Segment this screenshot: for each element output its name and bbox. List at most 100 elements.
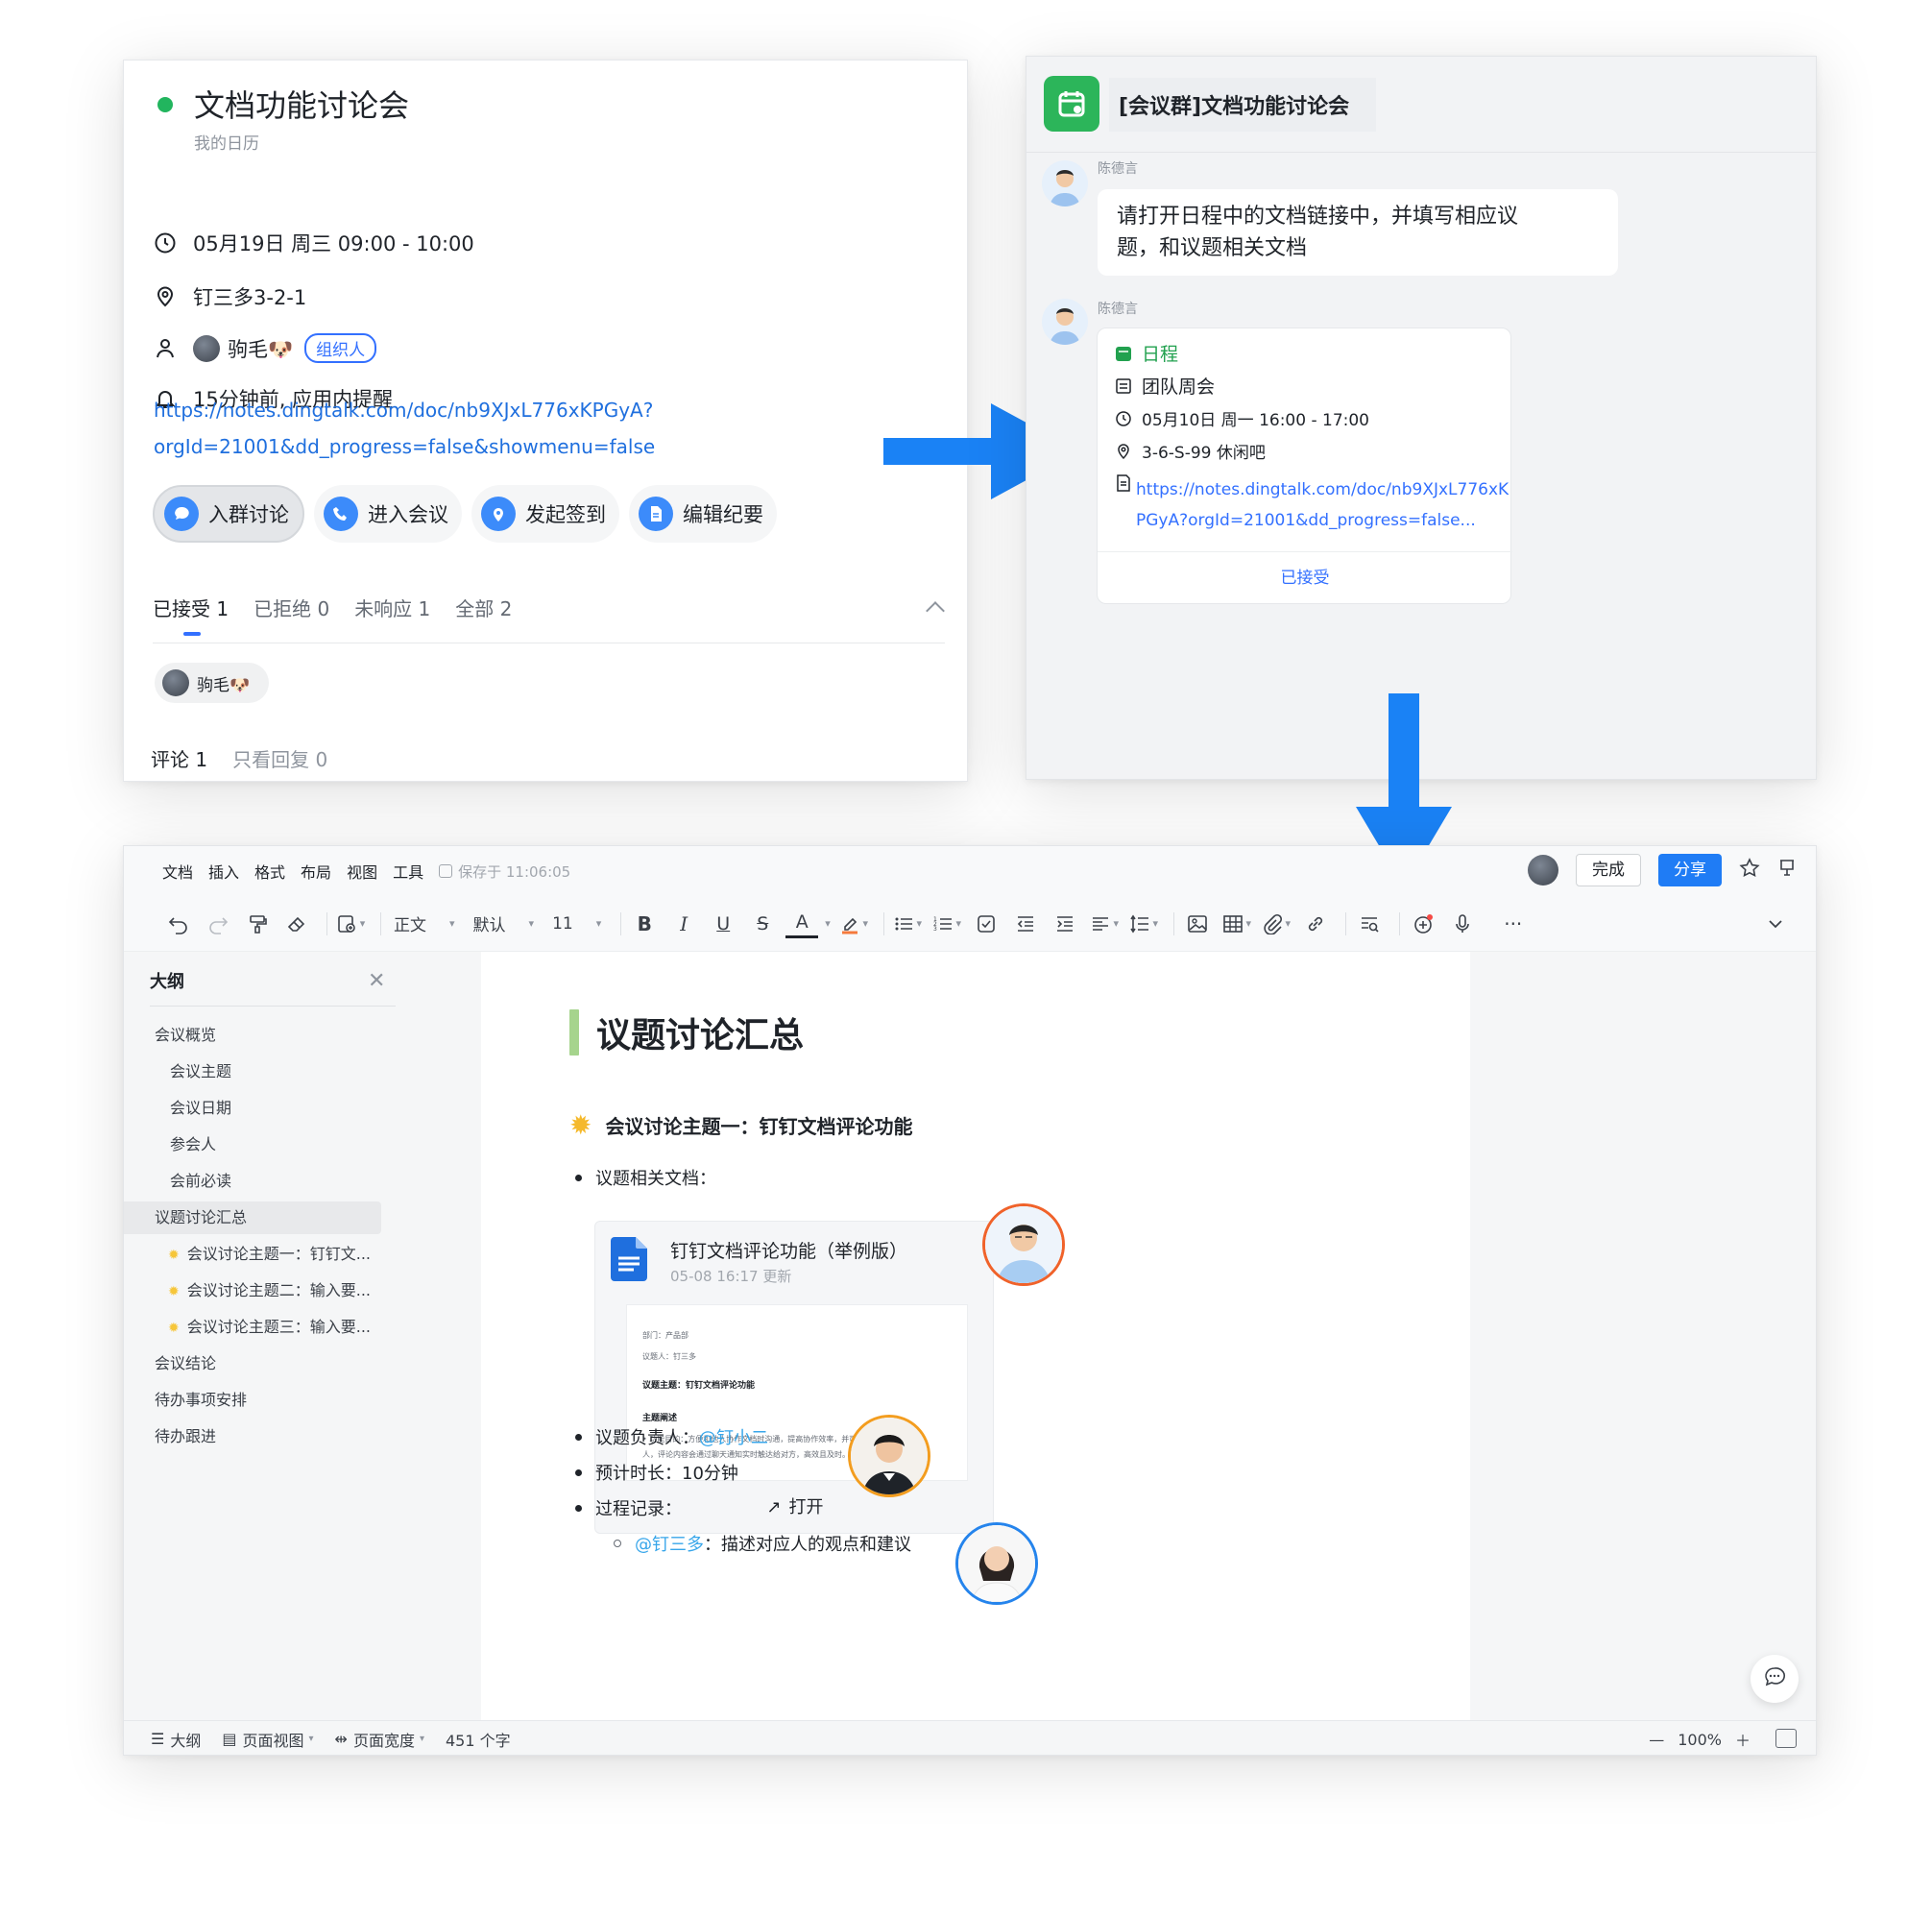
zoom-out-button[interactable]: — (1649, 1731, 1664, 1749)
organizer-avatar[interactable] (193, 334, 220, 362)
outline-toggle[interactable]: ☰ 大纲 (151, 1728, 201, 1751)
mention-link[interactable]: @钉三多 (635, 1531, 704, 1556)
list-item[interactable]: 过程记录： (575, 1495, 682, 1520)
outline-item[interactable]: 待办跟进 (155, 1420, 216, 1453)
add-plugin-icon[interactable] (1407, 907, 1439, 941)
font-size-select[interactable]: 11 ▾ (546, 907, 607, 941)
strikethrough-icon[interactable]: S (746, 907, 779, 941)
underline-icon[interactable]: U (707, 907, 739, 941)
document-canvas[interactable]: 议题讨论汇总 ✹ 会议讨论主题一：钉钉文档评论功能 议题相关文档： 钉钉文档评论功… (481, 952, 1470, 1720)
sub-list-item[interactable]: @钉三多 ：描述对应人的观点和建议 (614, 1531, 911, 1556)
doc-embed-card[interactable]: 钉钉文档评论功能（举例版） 05-08 16:17 更新 部门：产品部 议题人：… (594, 1221, 994, 1534)
section-heading[interactable]: 议题讨论汇总 (569, 1007, 804, 1057)
menu-layout[interactable]: 布局 (301, 860, 331, 883)
card-url-line2[interactable]: PGyA?orgId=21001&dd_progress=false... (1136, 505, 1503, 536)
list-item[interactable]: 议题相关文档： (575, 1165, 716, 1190)
redo-icon[interactable] (202, 907, 234, 941)
tab-all[interactable]: 全部 2 (455, 594, 512, 643)
collaborator-avatar[interactable] (848, 1415, 930, 1497)
outline-item-selected[interactable]: 议题讨论汇总 (124, 1201, 381, 1234)
font-select[interactable]: 默认 ▾ (468, 907, 541, 941)
align-icon[interactable]: ▾ (1088, 907, 1121, 941)
paragraph-style-select[interactable]: 正文 ▾ (388, 907, 461, 941)
attendee-chip[interactable]: 驹毛🐶 (155, 663, 270, 703)
page-width-select[interactable]: ⇹ 页面宽度 ▾ (335, 1728, 424, 1751)
doc-link-line1[interactable]: https://notes.dingtalk.com/doc/nb9XJxL77… (154, 392, 691, 428)
sender-avatar[interactable] (1042, 160, 1088, 206)
undo-icon[interactable] (162, 907, 195, 941)
outline-item[interactable]: 参会人 (170, 1128, 216, 1161)
comment-float-button[interactable] (1751, 1655, 1799, 1703)
tab-comments[interactable]: 评论 1 (151, 744, 207, 772)
highlight-icon[interactable]: ▾ (837, 907, 870, 941)
outdent-icon[interactable] (1009, 907, 1042, 941)
format-painter-icon[interactable] (241, 907, 274, 941)
outline-item[interactable]: 待办事项安排 (155, 1384, 247, 1417)
bullet-list-icon[interactable]: ▾ (891, 907, 924, 941)
outline-item[interactable]: 会议主题 (170, 1056, 231, 1088)
attachment-icon[interactable]: ▾ (1260, 907, 1292, 941)
star-icon[interactable] (1739, 858, 1760, 883)
edit-minutes-button[interactable]: 编辑纪要 (629, 485, 777, 543)
organizer-name[interactable]: 驹毛🐶 (228, 334, 293, 363)
insert-block-icon[interactable]: ▾ (334, 907, 367, 941)
chevron-down-icon[interactable] (1759, 907, 1792, 941)
tab-replies-only[interactable]: 只看回复 0 (232, 744, 327, 772)
outline-item[interactable]: ✹ 会议讨论主题一：钉钉文... (168, 1238, 371, 1271)
tab-accepted[interactable]: 已接受 1 (153, 594, 229, 643)
group-title[interactable]: [会议群]文档功能讨论会 (1109, 78, 1377, 132)
text-color-icon[interactable]: A (785, 910, 819, 938)
bold-icon[interactable]: B (628, 907, 661, 941)
card-doc-link[interactable]: https://notes.dingtalk.com/doc/nb9XJxL77… (1136, 474, 1509, 536)
join-group-button[interactable]: 入群讨论 (153, 485, 304, 543)
more-icon[interactable]: ··· (1497, 907, 1530, 941)
find-replace-icon[interactable] (1353, 907, 1386, 941)
user-avatar[interactable] (1528, 855, 1558, 886)
join-meeting-button[interactable]: 进入会议 (314, 485, 462, 543)
close-icon[interactable]: ✕ (368, 969, 385, 993)
sender-avatar[interactable] (1042, 299, 1088, 345)
doc-link[interactable]: https://notes.dingtalk.com/doc/nb9XJxL77… (154, 392, 691, 465)
card-accepted-button[interactable]: 已接受 (1098, 551, 1512, 605)
collaborator-avatar[interactable] (955, 1522, 1038, 1605)
table-icon[interactable]: ▾ (1220, 907, 1253, 941)
line-spacing-icon[interactable]: ▾ (1127, 907, 1160, 941)
done-button[interactable]: 完成 (1576, 854, 1641, 886)
topic-heading[interactable]: ✹ 会议讨论主题一：钉钉文档评论功能 (569, 1109, 912, 1141)
schedule-card[interactable]: 日程 团队周会 05月10日 周一 16:00 - 17:00 3-6-S-99… (1097, 328, 1512, 605)
tab-declined[interactable]: 已拒绝 0 (254, 594, 329, 643)
outline-item[interactable]: ✹ 会议讨论主题三：输入要... (168, 1311, 371, 1344)
mention-link[interactable]: @钉小二 (699, 1424, 768, 1449)
menu-insert[interactable]: 插入 (208, 860, 239, 883)
indent-icon[interactable] (1049, 907, 1081, 941)
microphone-icon[interactable] (1446, 907, 1479, 941)
list-item[interactable]: 预计时长：10分钟 (575, 1460, 738, 1485)
menu-file[interactable]: 文档 (162, 860, 193, 883)
eraser-icon[interactable] (280, 907, 313, 941)
card-url-line1[interactable]: https://notes.dingtalk.com/doc/nb9XJxL77… (1136, 474, 1509, 505)
link-icon[interactable] (1299, 907, 1332, 941)
outline-item[interactable]: 会议结论 (155, 1347, 216, 1380)
zoom-in-button[interactable]: ＋ (1735, 1728, 1751, 1751)
menu-format[interactable]: 格式 (254, 860, 285, 883)
image-icon[interactable] (1181, 907, 1214, 941)
outline-item[interactable]: 会议概览 (155, 1019, 216, 1052)
outline-item[interactable]: 会议日期 (170, 1092, 231, 1125)
menu-view[interactable]: 视图 (347, 860, 377, 883)
tab-no-response[interactable]: 未响应 1 (354, 594, 430, 643)
keyboard-icon[interactable] (1775, 1729, 1797, 1748)
outline-item[interactable]: ✹ 会议讨论主题二：输入要... (168, 1274, 371, 1307)
message-bubble[interactable]: 请打开日程中的文档链接中，并填写相应议 题，和议题相关文档 (1098, 189, 1618, 276)
menu-tools[interactable]: 工具 (393, 860, 423, 883)
checklist-icon[interactable] (970, 907, 1002, 941)
share-button[interactable]: 分享 (1658, 854, 1722, 886)
collaborator-avatar[interactable] (982, 1203, 1065, 1286)
outline-item[interactable]: 会前必读 (170, 1165, 231, 1198)
presentation-icon[interactable] (1777, 859, 1797, 882)
check-in-button[interactable]: 发起签到 (471, 485, 619, 543)
list-item[interactable]: 议题负责人： @钉小二 (575, 1424, 768, 1449)
zoom-level[interactable]: 100% (1678, 1731, 1722, 1749)
doc-link-line2[interactable]: orgId=21001&dd_progress=false&showmenu=f… (154, 428, 691, 465)
italic-icon[interactable]: I (667, 907, 700, 941)
numbered-list-icon[interactable]: 1 2 3 ▾ (930, 907, 963, 941)
